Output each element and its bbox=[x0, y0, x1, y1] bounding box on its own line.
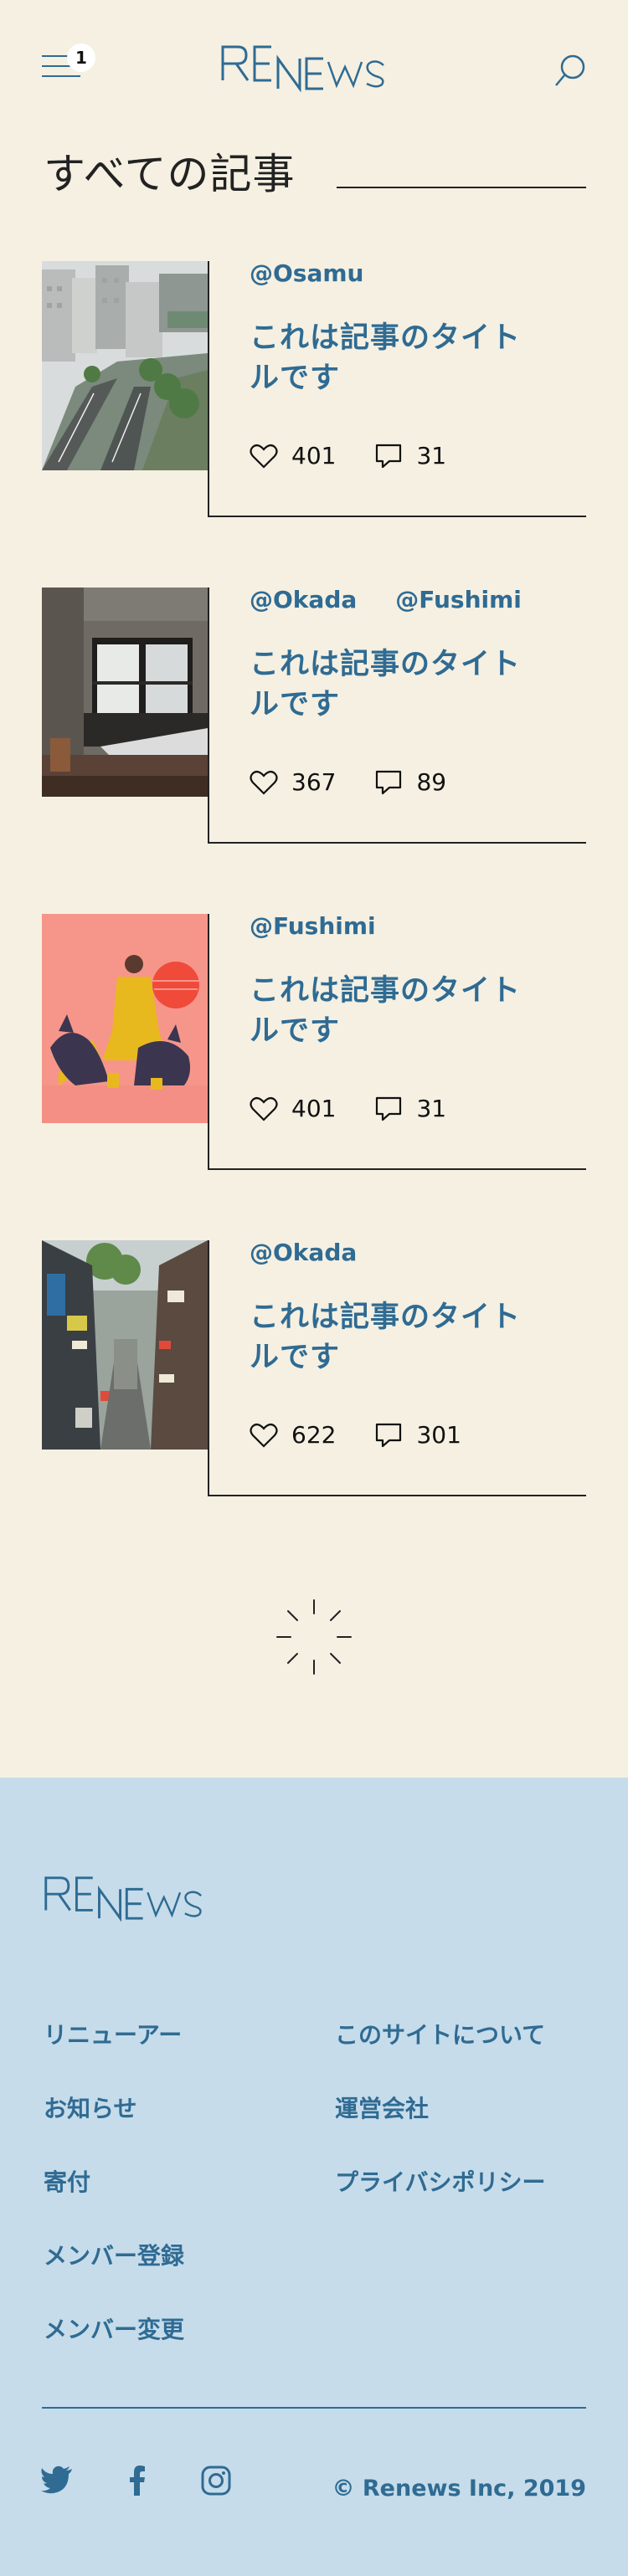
footer: リニューアー お知らせ 寄付 メンバー登録 メンバー変更 このサイトについて 運… bbox=[0, 1778, 628, 2576]
article-stats: 367 89 bbox=[250, 768, 485, 796]
author-list: @Okada bbox=[250, 1239, 357, 1266]
like-button[interactable]: 401 bbox=[250, 442, 336, 470]
like-count: 367 bbox=[291, 768, 337, 796]
page-title: すべての記事 bbox=[44, 150, 296, 198]
comment-count: 31 bbox=[416, 1095, 447, 1122]
footer-link-company[interactable]: 運営会社 bbox=[335, 2091, 429, 2124]
article-card[interactable]: @Fushimi これは記事のタイトルです 401 31 bbox=[0, 912, 628, 1173]
footer-link-renewer[interactable]: リニューアー bbox=[44, 2017, 182, 2050]
comment-icon bbox=[376, 444, 402, 468]
article-title[interactable]: これは記事のタイトルです bbox=[250, 1297, 534, 1378]
heart-icon bbox=[250, 1423, 278, 1448]
footer-link-about[interactable]: このサイトについて bbox=[335, 2017, 545, 2050]
article-card[interactable]: @Okada @Fushimi これは記事のタイトルです 367 89 bbox=[0, 586, 628, 847]
author-list: @Fushimi bbox=[250, 912, 376, 940]
heart-icon bbox=[250, 770, 278, 795]
hamburger-icon-line bbox=[42, 75, 80, 77]
title-underline bbox=[337, 187, 586, 188]
author-link[interactable]: @Okada bbox=[250, 1239, 357, 1266]
heart-icon bbox=[250, 444, 278, 469]
header: 1 bbox=[0, 0, 628, 134]
comment-count: 31 bbox=[416, 442, 447, 470]
article-title[interactable]: これは記事のタイトルです bbox=[250, 318, 534, 398]
footer-link-member-change[interactable]: メンバー変更 bbox=[44, 2312, 184, 2345]
comment-button[interactable]: 31 bbox=[374, 1095, 446, 1122]
comment-count: 301 bbox=[416, 1421, 461, 1449]
like-button[interactable]: 367 bbox=[250, 768, 336, 796]
article-title[interactable]: これは記事のタイトルです bbox=[250, 644, 534, 725]
comment-icon bbox=[376, 770, 402, 794]
notification-badge: 1 bbox=[67, 44, 95, 72]
footer-link-news[interactable]: お知らせ bbox=[44, 2091, 136, 2124]
article-stats: 401 31 bbox=[250, 1095, 485, 1122]
facebook-icon[interactable] bbox=[127, 2466, 147, 2496]
like-count: 401 bbox=[291, 1095, 337, 1122]
comment-icon bbox=[376, 1096, 402, 1121]
article-thumbnail[interactable] bbox=[42, 588, 208, 797]
footer-divider bbox=[42, 2407, 586, 2409]
like-button[interactable]: 401 bbox=[250, 1095, 336, 1122]
article-title[interactable]: これは記事のタイトルです bbox=[250, 971, 534, 1051]
article-thumbnail[interactable] bbox=[42, 914, 208, 1123]
footer-link-privacy[interactable]: プライバシポリシー bbox=[335, 2164, 545, 2198]
like-count: 401 bbox=[291, 442, 337, 470]
article-card[interactable]: @Okada これは記事のタイトルです 622 301 bbox=[0, 1239, 628, 1500]
article-stats: 622 301 bbox=[250, 1421, 500, 1449]
instagram-icon[interactable] bbox=[201, 2466, 231, 2496]
twitter-icon[interactable] bbox=[40, 2466, 74, 2494]
comment-button[interactable]: 31 bbox=[374, 442, 446, 470]
footer-link-member-register[interactable]: メンバー登録 bbox=[44, 2238, 184, 2271]
search-icon[interactable] bbox=[553, 52, 586, 89]
city-street-photo bbox=[42, 261, 208, 470]
article-card[interactable]: @Osamu これは記事のタイトルです 401 31 bbox=[0, 259, 628, 521]
author-link[interactable]: @Osamu bbox=[250, 259, 363, 287]
author-link[interactable]: @Okada bbox=[250, 586, 357, 613]
footer-logo[interactable] bbox=[42, 1875, 226, 1922]
author-list: @Okada @Fushimi bbox=[250, 586, 522, 613]
author-link[interactable]: @Fushimi bbox=[395, 586, 522, 613]
like-button[interactable]: 622 bbox=[250, 1421, 336, 1449]
author-link[interactable]: @Fushimi bbox=[250, 912, 376, 940]
article-stats: 401 31 bbox=[250, 442, 485, 470]
comment-count: 89 bbox=[416, 768, 447, 796]
alley-photo bbox=[42, 1240, 208, 1450]
article-thumbnail[interactable] bbox=[42, 1240, 208, 1450]
like-count: 622 bbox=[291, 1421, 337, 1449]
footer-link-donate[interactable]: 寄付 bbox=[44, 2164, 90, 2198]
copyright-text: © Renews Inc, 2019 bbox=[332, 2476, 586, 2502]
comment-button[interactable]: 301 bbox=[374, 1421, 461, 1449]
heart-icon bbox=[250, 1096, 278, 1121]
illustration-woman-with-dogs bbox=[42, 914, 208, 1123]
renews-logo[interactable] bbox=[219, 44, 409, 92]
comment-button[interactable]: 89 bbox=[374, 768, 446, 796]
comment-icon bbox=[376, 1423, 402, 1447]
article-thumbnail[interactable] bbox=[42, 261, 208, 470]
loading-spinner-icon bbox=[276, 1599, 352, 1675]
room-interior-photo bbox=[42, 588, 208, 797]
author-list: @Osamu bbox=[250, 259, 363, 287]
